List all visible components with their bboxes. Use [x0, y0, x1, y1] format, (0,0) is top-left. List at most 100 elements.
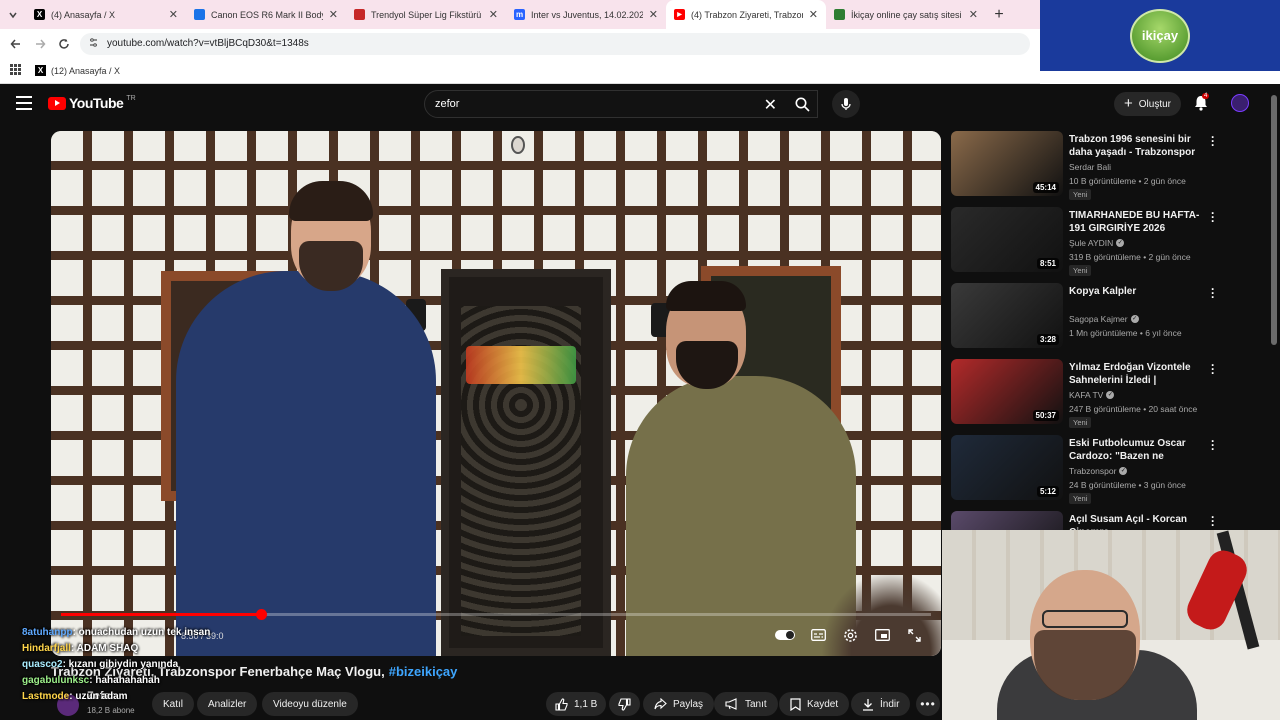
more-vertical-icon[interactable]: · · · [1209, 207, 1217, 227]
more-actions-button[interactable]: ••• [916, 692, 940, 716]
more-horizontal-icon: ••• [920, 697, 936, 711]
forward-icon[interactable] [28, 29, 52, 58]
recommendation-channel[interactable]: KAFA TV ✓ [1069, 390, 1115, 400]
recommendation-meta: 1 Mn görüntüleme • 6 yıl önce [1069, 328, 1182, 338]
video-thumbnail[interactable] [951, 511, 1063, 531]
account-avatar[interactable] [1231, 94, 1249, 112]
recommendation-item[interactable]: 50:37 Yılmaz Erdoğan Vizontele Sahnelerin… [951, 359, 1221, 434]
bookmark-icon [790, 697, 801, 711]
site-info-icon[interactable] [88, 37, 99, 51]
autoplay-toggle[interactable] [775, 626, 795, 644]
download-button[interactable]: İndir [851, 692, 911, 716]
save-button[interactable]: Kaydet [779, 692, 850, 716]
more-vertical-icon[interactable]: · · · [1209, 435, 1217, 455]
recommendation-title[interactable]: Eski Futbolcumuz Oscar Cardozo: "Bazen n… [1069, 437, 1201, 464]
more-vertical-icon[interactable]: · · · [1209, 131, 1217, 151]
close-tab-icon[interactable]: ✕ [649, 8, 658, 21]
reload-icon[interactable] [52, 29, 76, 58]
bookmark-label: (12) Anasayfa / X [51, 65, 121, 76]
recommendation-title[interactable]: Yılmaz Erdoğan Vizontele Sahnelerini İzl… [1069, 361, 1201, 388]
create-label: Oluştur [1138, 98, 1171, 110]
browser-tab[interactable]: X (4) Anasayfa / X ✕ [26, 0, 186, 29]
recommendation-meta: 247 B görüntüleme • 20 saat önce [1069, 404, 1198, 414]
tab-title: Trendyol Süper Lig Fikstürü ve ... [371, 9, 483, 20]
recommendation-title[interactable]: TIMARHANEDE BU HAFTA- 191 GIRGIRİYE 2026 [1069, 209, 1201, 235]
verified-check-icon: ✓ [1130, 315, 1139, 323]
edit-video-button[interactable]: Videoyu düzenle [262, 692, 358, 716]
new-badge: Yeni [1069, 417, 1092, 428]
youtube-logo[interactable]: YouTube TR [48, 95, 136, 111]
browser-tab[interactable]: m Inter vs Juventus, 14.02.2026, Se... ✕ [506, 0, 666, 29]
video-thumbnail[interactable]: 8:51 [951, 207, 1063, 272]
address-bar-row: youtube.com/watch?v=vtBljBCqD30&t=1348s [0, 29, 1040, 58]
recommendation-title[interactable]: Açıl Susam Açıl - Korcan Cinemre [1069, 513, 1201, 531]
recommendation-channel[interactable]: Serdar Bali [1069, 162, 1111, 172]
recommendation-item[interactable]: 8:51 TIMARHANEDE BU HAFTA- 191 GIRGIRİYE … [951, 207, 1221, 282]
video-thumbnail[interactable]: 3:28 [951, 283, 1063, 348]
recommendation-item[interactable]: Açıl Susam Açıl - Korcan Cinemre ··· [951, 511, 1221, 531]
channel-name-text: Şule AYDIN [1069, 238, 1114, 248]
more-vertical-icon[interactable]: · · · [1209, 283, 1217, 303]
recommendation-channel[interactable]: Trabzonspor ✓ [1069, 466, 1128, 476]
more-vertical-icon[interactable]: · · · [1209, 359, 1217, 379]
recommendation-meta: 319 B görüntüleme • 2 gün önce [1069, 252, 1191, 262]
search-icon [795, 97, 810, 112]
fullscreen-icon[interactable] [904, 626, 924, 644]
create-button[interactable]: + Oluştur [1114, 92, 1181, 116]
duration-badge: 8:51 [1036, 258, 1059, 269]
video-player[interactable]: 8:50 / 39:0 [51, 131, 941, 656]
like-count: 1,1 B [574, 698, 598, 710]
search-value: zefor [435, 98, 460, 110]
channel-name-text: KAFA TV [1069, 390, 1104, 400]
search-button[interactable] [786, 90, 818, 118]
browser-tab[interactable]: Trendyol Süper Lig Fikstürü ve ... ✕ [346, 0, 506, 29]
clear-search-icon[interactable]: ✕ [764, 95, 777, 115]
verified-check-icon: ✓ [1116, 239, 1125, 247]
back-icon[interactable] [4, 29, 28, 58]
apps-grid-icon[interactable] [10, 64, 21, 77]
tab-search-chevron-icon[interactable] [0, 0, 26, 29]
like-button[interactable]: 1,1 B [546, 692, 607, 716]
browser-tab[interactable]: Canon EOS R6 Mark II Body Ay... ✕ [186, 0, 346, 29]
dislike-button[interactable] [609, 692, 640, 716]
more-vertical-icon[interactable]: · · · [1209, 511, 1217, 531]
promote-button[interactable]: Tanıt [714, 692, 778, 716]
chat-message: gagabulunksc: hahahahahah [22, 673, 210, 689]
webcam-person-glasses [1042, 610, 1128, 628]
voice-search-button[interactable] [832, 90, 860, 118]
video-thumbnail[interactable]: 50:37 [951, 359, 1063, 424]
close-tab-icon[interactable]: ✕ [809, 8, 818, 21]
progress-bar[interactable] [61, 609, 931, 620]
recommendation-channel[interactable]: Şule AYDIN ✓ [1069, 238, 1125, 248]
video-thumbnail[interactable]: 5:12 [951, 435, 1063, 500]
share-button[interactable]: Paylaş [643, 692, 715, 716]
close-tab-icon[interactable]: ✕ [489, 8, 498, 21]
chat-message: Lastmode: uzun adam [22, 689, 210, 705]
miniplayer-icon[interactable] [872, 626, 892, 644]
subtitles-icon[interactable] [808, 626, 828, 644]
menu-icon[interactable] [16, 96, 32, 110]
tab-title: (4) Trabzon Ziyareti, Trabzon... [691, 9, 803, 20]
recommendation-channel[interactable]: Sagopa Kajmer ✓ [1069, 314, 1139, 324]
close-tab-icon[interactable]: ✕ [169, 8, 178, 21]
youtube-masthead: YouTube TR zefor ✕ + Oluştur 4 [0, 84, 1280, 124]
video-frame-person-left [176, 271, 436, 656]
url-field[interactable]: youtube.com/watch?v=vtBljBCqD30&t=1348s [80, 32, 1030, 55]
close-tab-icon[interactable]: ✕ [329, 8, 338, 21]
page-scrollbar[interactable] [1271, 95, 1277, 345]
recommendation-title[interactable]: Kopya Kalpler [1069, 285, 1201, 298]
video-thumbnail[interactable]: 45:14 [951, 131, 1063, 196]
recommendation-item[interactable]: 5:12 Eski Futbolcumuz Oscar Cardozo: "Baz… [951, 435, 1221, 510]
settings-gear-icon[interactable] [840, 626, 860, 644]
browser-tab[interactable]: İkiçay online çay satış sitesi ✕ [826, 0, 986, 29]
browser-tab[interactable]: ▶ (4) Trabzon Ziyareti, Trabzon... ✕ [666, 0, 826, 29]
bookmark-item[interactable]: X (12) Anasayfa / X [35, 65, 120, 76]
new-tab-button[interactable]: + [986, 6, 1012, 24]
search-input[interactable]: zefor ✕ [424, 90, 818, 118]
recommendation-title[interactable]: Trabzon 1996 senesini bir daha yaşadı - … [1069, 133, 1201, 160]
video-hashtag-link[interactable]: #bizeikiçay [389, 664, 458, 679]
recommendation-item[interactable]: 45:14 Trabzon 1996 senesini bir daha yaşa… [951, 131, 1221, 206]
recommendation-item[interactable]: 3:28 Kopya Kalpler Sagopa Kajmer ✓ 1 Mn görü… [951, 283, 1221, 358]
share-icon [654, 698, 667, 710]
close-tab-icon[interactable]: ✕ [969, 8, 978, 21]
